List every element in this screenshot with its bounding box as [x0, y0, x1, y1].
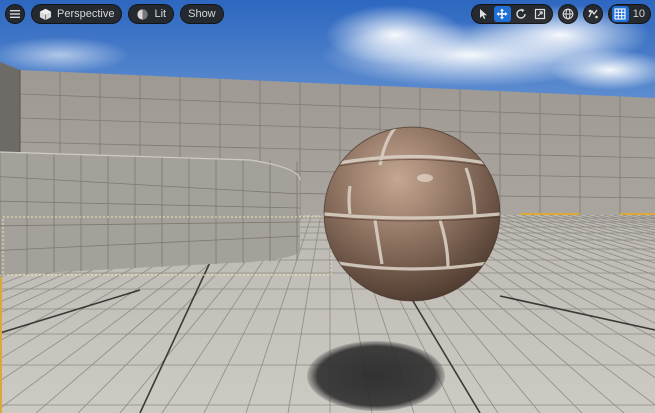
hamburger-menu-icon [10, 10, 20, 18]
show-label: Show [188, 8, 216, 20]
perspective-button[interactable]: Perspective [31, 4, 123, 24]
viewport-toolbar-left: Perspective Lit Show [5, 4, 224, 24]
brick-sphere[interactable] [323, 126, 501, 302]
world-local-toggle[interactable] [557, 4, 578, 24]
curved-wall [0, 151, 301, 275]
perspective-label: Perspective [57, 8, 115, 20]
viewport-menu-button[interactable] [5, 4, 25, 24]
perspective-cube-icon [39, 8, 52, 20]
rotate-icon [516, 8, 526, 19]
grid-snap-group: 10 [607, 4, 651, 24]
scale-icon [535, 8, 546, 20]
rotate-tool-button[interactable] [513, 6, 530, 22]
grid-snap-icon [614, 8, 626, 20]
viewport-toolbar-right: 10 [470, 4, 651, 24]
transform-tools-group [470, 4, 553, 24]
surface-snapping-button[interactable] [582, 4, 603, 24]
sphere-shadow [307, 341, 445, 411]
lit-label: Lit [154, 8, 167, 20]
lit-sphere-icon [137, 8, 149, 20]
scale-tool-button[interactable] [532, 6, 549, 22]
translate-tool-button[interactable] [493, 6, 511, 22]
show-button[interactable]: Show [180, 4, 224, 24]
viewport-scene[interactable] [0, 0, 655, 413]
level-viewport[interactable]: Perspective Lit Show 10 [0, 0, 655, 413]
grid-snap-value[interactable]: 10 [633, 8, 645, 20]
select-arrow-icon [480, 9, 488, 19]
select-tool-button[interactable] [475, 6, 492, 22]
translate-arrows-icon [496, 8, 508, 20]
globe-icon [562, 8, 574, 20]
lit-button[interactable]: Lit [128, 4, 175, 24]
grid-snap-toggle[interactable] [611, 6, 629, 22]
surface-snap-icon [588, 9, 598, 19]
